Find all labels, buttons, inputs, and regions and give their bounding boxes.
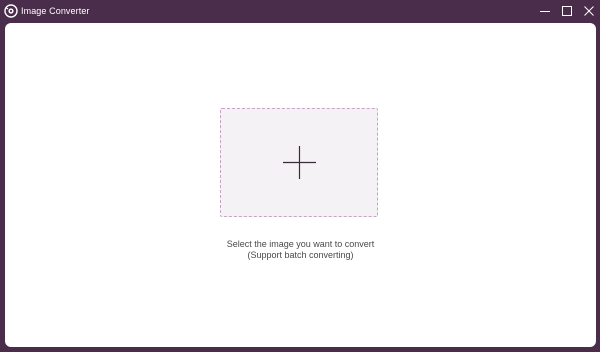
minimize-icon[interactable] bbox=[537, 3, 553, 19]
main-content: Select the image you want to convert (Su… bbox=[5, 23, 596, 347]
maximize-icon[interactable] bbox=[559, 3, 575, 19]
close-icon[interactable] bbox=[581, 3, 597, 19]
window-title: Image Converter bbox=[21, 6, 90, 16]
image-drop-zone[interactable] bbox=[220, 108, 378, 217]
plus-icon bbox=[283, 146, 316, 179]
app-logo-icon bbox=[4, 4, 18, 18]
title-bar: Image Converter bbox=[0, 0, 600, 23]
select-image-instruction: Select the image you want to convert bbox=[226, 239, 375, 249]
app-window: Image Converter Select the image you wan… bbox=[0, 0, 600, 352]
batch-support-note: (Support batch converting) bbox=[247, 250, 354, 260]
